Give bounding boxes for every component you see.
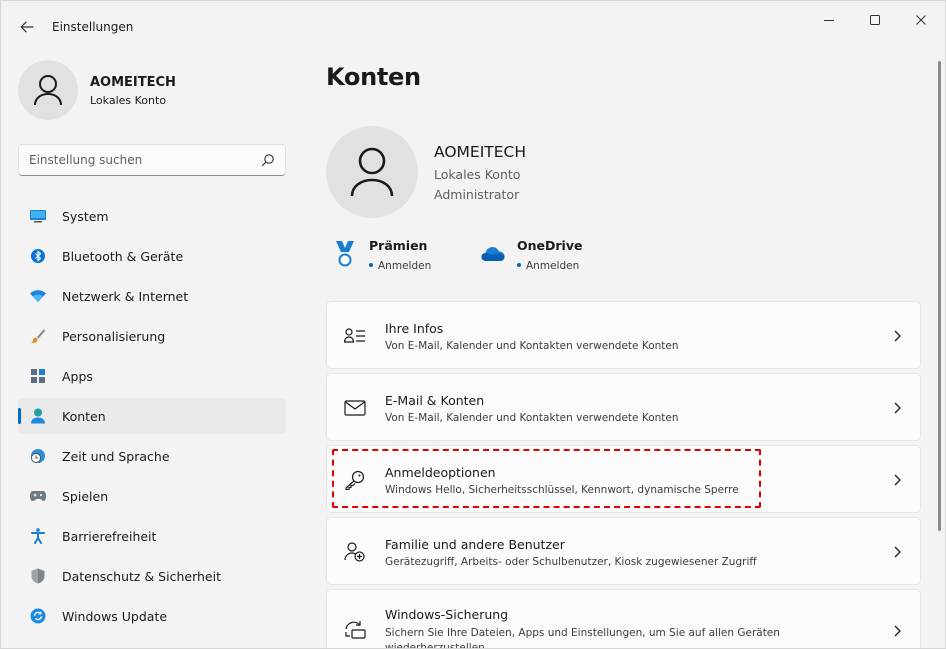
sidebar-item-label: Barrierefreiheit [62, 528, 157, 544]
chevron-right-icon [894, 402, 901, 414]
service-status-text: Anmelden [526, 260, 580, 272]
sidebar-item-label: System [62, 208, 109, 224]
person-list-icon [344, 328, 365, 343]
card-title: Familie und andere Benutzer [385, 537, 565, 552]
settings-window: Einstellungen AOMEITECH Lokales Konto Sy… [0, 0, 946, 649]
service-status: Anmelden [369, 260, 431, 272]
cloud-icon [481, 247, 505, 261]
gamepad-icon [30, 488, 46, 504]
card-title: Anmeldeoptionen [385, 465, 496, 480]
card-subtitle: Gerätezugriff, Arbeits- oder Schulbenutz… [385, 556, 757, 568]
service-title: Prämien [369, 238, 428, 253]
search-icon[interactable] [261, 153, 275, 167]
wifi-icon [30, 288, 46, 304]
maximize-icon [870, 15, 880, 25]
chevron-right-icon [894, 474, 901, 486]
search-box [18, 144, 286, 176]
sidebar-item-accounts[interactable]: Konten [18, 398, 286, 434]
backup-icon [345, 621, 366, 639]
scrollbar[interactable] [938, 61, 941, 531]
sidebar-item-label: Apps [62, 368, 93, 384]
account-type: Lokales Konto [434, 167, 521, 182]
person-icon [30, 408, 46, 424]
card-subtitle: Von E-Mail, Kalender und Kontakten verwe… [385, 412, 679, 424]
app-title: Einstellungen [52, 20, 134, 34]
maximize-button[interactable] [853, 9, 897, 31]
sidebar-item-label: Netzwerk & Internet [62, 288, 189, 304]
paintbrush-icon [30, 328, 46, 344]
sidebar-item-apps[interactable]: Apps [18, 358, 286, 394]
service-status-text: Anmelden [378, 260, 432, 272]
sidebar-profile-name: AOMEITECH [90, 75, 176, 90]
card-subtitle: Sichern Sie Ihre Dateien, Apps und Einst… [385, 627, 780, 649]
search-input[interactable] [19, 145, 249, 175]
back-button[interactable] [15, 15, 39, 39]
person-icon [34, 75, 62, 106]
apps-icon [30, 368, 46, 384]
bluetooth-icon [30, 248, 46, 264]
service-title: OneDrive [517, 238, 583, 253]
key-icon [345, 470, 365, 490]
page-title: Konten [326, 63, 421, 91]
close-button[interactable] [899, 9, 943, 31]
sidebar-nav: System Bluetooth & Geräte Netzwerk & Int… [18, 198, 286, 638]
card-title: Windows-Sicherung [385, 607, 509, 622]
sidebar-item-accessibility[interactable]: Barrierefreiheit [18, 518, 286, 554]
chevron-right-icon [894, 546, 901, 558]
accessibility-icon [30, 528, 46, 544]
sidebar-item-label: Personalisierung [62, 328, 166, 344]
person-icon [350, 147, 394, 197]
close-icon [916, 15, 926, 25]
sidebar-item-label: Spielen [62, 488, 109, 504]
sidebar-item-label: Datenschutz & Sicherheit [62, 568, 221, 584]
monitor-icon [30, 208, 46, 224]
card-windows-backup[interactable]: Windows-Sicherung Sichern Sie Ihre Datei… [326, 589, 921, 649]
person-add-icon [344, 542, 365, 562]
sidebar-item-time-language[interactable]: Zeit und Sprache [18, 438, 286, 474]
chevron-right-icon [894, 330, 901, 342]
onedrive-link[interactable]: OneDrive Anmelden [481, 237, 601, 277]
sidebar-avatar[interactable] [18, 60, 78, 120]
sidebar-item-gaming[interactable]: Spielen [18, 478, 286, 514]
sidebar-item-label: Windows Update [62, 608, 168, 624]
globe-clock-icon [30, 448, 46, 464]
service-status: Anmelden [517, 260, 579, 272]
medal-icon [336, 241, 354, 267]
update-icon [30, 608, 46, 624]
sidebar-profile-type: Lokales Konto [90, 94, 167, 107]
account-avatar[interactable] [326, 126, 418, 218]
title-bar: Einstellungen [1, 1, 945, 53]
card-subtitle: Von E-Mail, Kalender und Kontakten verwe… [385, 340, 679, 352]
sidebar-item-system[interactable]: System [18, 198, 286, 234]
card-title: E-Mail & Konten [385, 393, 485, 408]
card-title: Ihre Infos [385, 321, 444, 336]
back-arrow-icon [20, 21, 34, 33]
card-sign-in-options[interactable]: Anmeldeoptionen Windows Hello, Sicherhei… [326, 445, 921, 513]
sidebar-item-bluetooth[interactable]: Bluetooth & Geräte [18, 238, 286, 274]
sidebar-item-personalization[interactable]: Personalisierung [18, 318, 286, 354]
status-dot [517, 263, 521, 267]
shield-icon [30, 568, 46, 584]
card-your-info[interactable]: Ihre Infos Von E-Mail, Kalender und Kont… [326, 301, 921, 369]
mail-icon [344, 400, 366, 416]
minimize-icon [824, 20, 834, 21]
sidebar-item-label: Bluetooth & Geräte [62, 248, 184, 264]
sidebar-item-windows-update[interactable]: Windows Update [18, 598, 286, 634]
sidebar-item-label: Konten [62, 408, 106, 424]
account-name: AOMEITECH [434, 143, 527, 161]
card-email-accounts[interactable]: E-Mail & Konten Von E-Mail, Kalender und… [326, 373, 921, 441]
sidebar-item-label: Zeit und Sprache [62, 448, 170, 464]
rewards-link[interactable]: Prämien Anmelden [333, 237, 453, 277]
sidebar-item-privacy-security[interactable]: Datenschutz & Sicherheit [18, 558, 286, 594]
account-role: Administrator [434, 187, 520, 202]
minimize-button[interactable] [807, 9, 851, 31]
card-family-other-users[interactable]: Familie und andere Benutzer Gerätezugrif… [326, 517, 921, 585]
sidebar-item-network[interactable]: Netzwerk & Internet [18, 278, 286, 314]
chevron-right-icon [894, 625, 901, 637]
card-subtitle: Windows Hello, Sicherheitsschlüssel, Ken… [385, 484, 739, 496]
status-dot [369, 263, 373, 267]
